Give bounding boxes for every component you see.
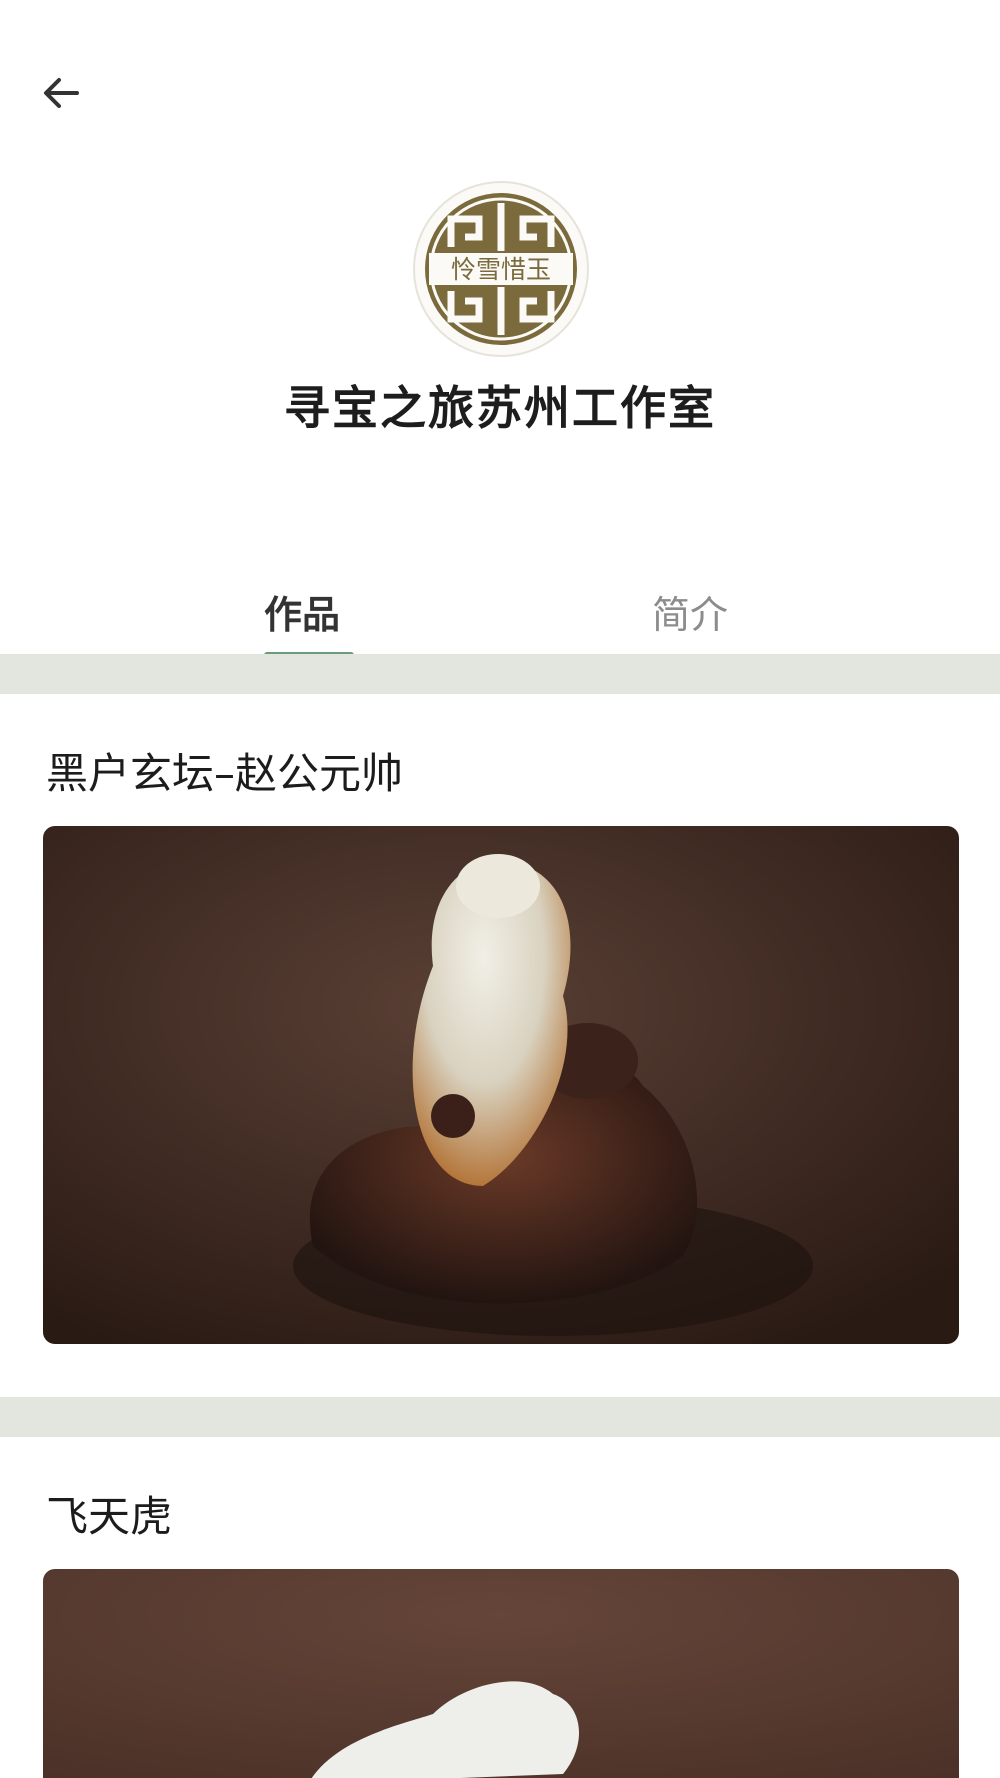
work-image[interactable] (43, 826, 959, 1344)
logo-text: 怜雪惜玉 (451, 255, 551, 284)
work-title[interactable]: 黑户玄坛–赵公元帅 (46, 740, 403, 801)
studio-name: 寻宝之旅苏州工作室 (284, 381, 716, 435)
section-divider (0, 1397, 1000, 1437)
tab-works[interactable]: 作品 (182, 575, 422, 655)
jade-carving-image (43, 1569, 959, 1778)
jade-carving-image (43, 826, 959, 1344)
work-image[interactable] (43, 1569, 959, 1778)
work-title[interactable]: 飞天虎 (46, 1483, 172, 1544)
logo-seal-icon: 怜雪惜玉 (425, 193, 577, 345)
studio-logo: 怜雪惜玉 (413, 181, 589, 357)
section-divider (0, 654, 1000, 694)
tab-bar: 作品 简介 (0, 575, 1000, 655)
arrow-left-icon (44, 78, 79, 108)
back-button[interactable] (30, 62, 92, 124)
tab-intro[interactable]: 简介 (570, 575, 810, 655)
studio-profile-page: 怜雪惜玉 寻宝之旅苏州工作室 作品 简介 黑户玄坛–赵公元帅 飞天虎 (0, 0, 1000, 1778)
